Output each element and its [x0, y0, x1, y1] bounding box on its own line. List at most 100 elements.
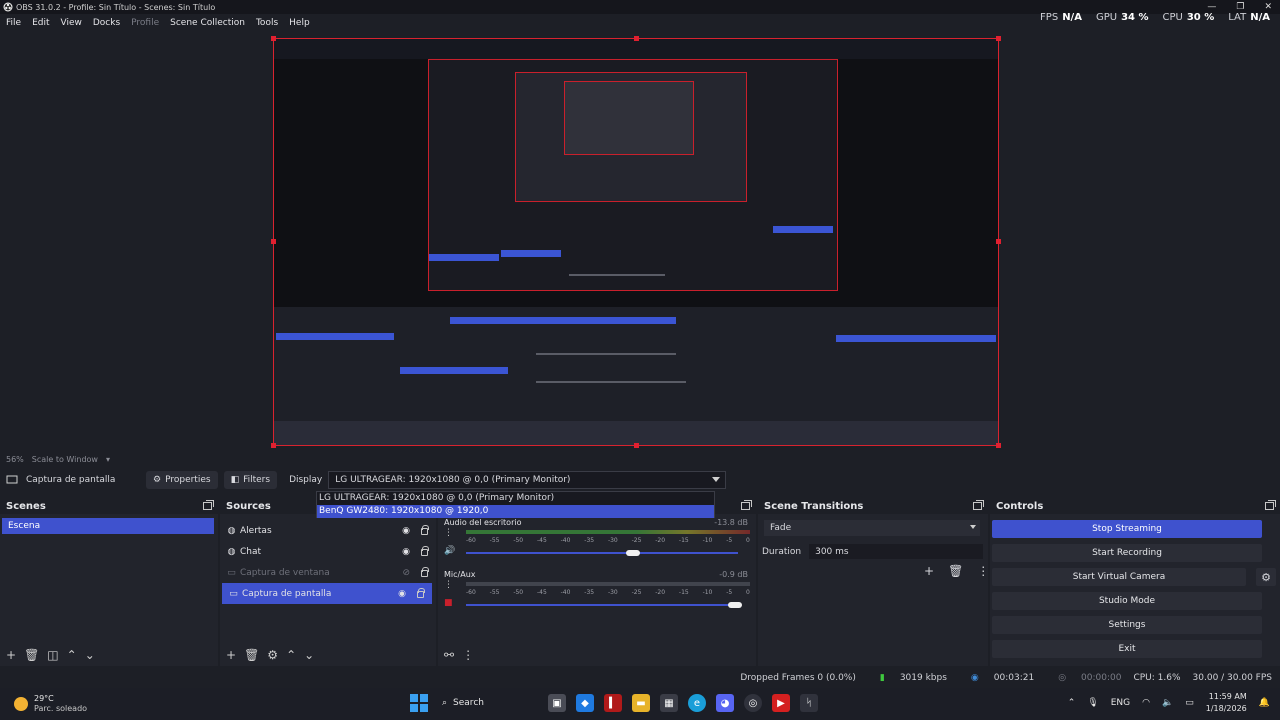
wifi-icon[interactable]: ◠ — [1142, 698, 1150, 708]
eye-hidden-icon[interactable]: ⊘ — [402, 568, 410, 578]
menu-dots-icon[interactable]: ⋮ — [977, 564, 989, 578]
volume-knob[interactable] — [728, 602, 742, 608]
app-record-icon[interactable]: ▶ — [772, 694, 790, 712]
windows-start-icon[interactable] — [410, 694, 428, 712]
taskbar-clock[interactable]: 11:59 AM 1/18/2026 — [1206, 691, 1247, 715]
obs-taskbar-icon[interactable]: ◎ — [744, 694, 762, 712]
filter-icon: ◧ — [230, 475, 240, 485]
file-explorer-icon[interactable]: ▬ — [632, 694, 650, 712]
lock-icon[interactable] — [421, 567, 429, 577]
volume-slider[interactable] — [466, 552, 738, 554]
studio-mode-button[interactable]: Studio Mode — [992, 592, 1262, 610]
language-indicator[interactable]: ENG — [1111, 698, 1130, 708]
discord-icon[interactable]: ◕ — [716, 694, 734, 712]
link-icon[interactable]: ⚯ — [444, 648, 454, 662]
add-icon[interactable]: + — [924, 564, 934, 578]
trash-icon[interactable]: 🗑 — [24, 648, 39, 662]
add-icon[interactable]: + — [6, 648, 16, 662]
menu-dots-icon[interactable]: ⋮ — [462, 648, 474, 662]
source-item[interactable]: ◍ Alertas ◉ — [220, 520, 436, 541]
scene-item[interactable]: Escena — [2, 518, 214, 534]
display-option[interactable]: LG ULTRAGEAR: 1920x1080 @ 0,0 (Primary M… — [317, 492, 714, 505]
source-item[interactable]: ◍ Chat ◉ — [220, 541, 436, 562]
volume-slider[interactable] — [466, 604, 738, 606]
trash-icon[interactable]: 🗑 — [244, 648, 259, 662]
display-option-highlighted[interactable]: BenQ GW2480: 1920x1080 @ 1920,0 — [317, 505, 714, 518]
volume-icon[interactable]: 🔈 — [1162, 698, 1173, 708]
resize-handle[interactable] — [634, 443, 639, 448]
menu-docks[interactable]: Docks — [93, 18, 120, 28]
app-misc-icon[interactable]: ᛋ — [800, 694, 818, 712]
weather-temp: 29°C — [34, 694, 54, 703]
stop-streaming-button[interactable]: Stop Streaming — [992, 520, 1262, 538]
store-icon[interactable]: ▦ — [660, 694, 678, 712]
eye-icon[interactable]: ◉ — [402, 547, 410, 557]
gear-icon[interactable]: ⚙ — [267, 648, 278, 662]
filter-icon[interactable]: ◫ — [47, 648, 58, 662]
float-dock-icon[interactable] — [203, 500, 214, 510]
lock-icon[interactable] — [417, 588, 425, 598]
resize-handle[interactable] — [634, 36, 639, 41]
float-dock-icon[interactable] — [1265, 500, 1276, 510]
copilot-icon[interactable]: ◆ — [576, 694, 594, 712]
filters-button[interactable]: ◧ Filters — [223, 471, 278, 489]
scale-mode-select[interactable]: Scale to Window — [32, 455, 98, 464]
eye-icon[interactable]: ◉ — [398, 589, 406, 599]
properties-button[interactable]: ⚙ Properties — [146, 471, 218, 489]
resize-handle[interactable] — [996, 239, 1001, 244]
move-down-icon[interactable]: ⌄ — [304, 648, 314, 662]
track-menu-icon[interactable]: ⋮ — [444, 528, 453, 538]
maximize-button[interactable]: ❐ — [1236, 2, 1244, 12]
menu-scene-collection[interactable]: Scene Collection — [170, 18, 245, 28]
chevron-up-icon[interactable]: ⌃ — [1068, 698, 1076, 708]
lock-icon[interactable] — [421, 546, 429, 556]
move-up-icon[interactable]: ⌃ — [286, 648, 296, 662]
settings-button[interactable]: Settings — [992, 616, 1262, 634]
close-button[interactable]: ✕ — [1264, 2, 1272, 12]
preview-nested-capture-2 — [515, 72, 747, 202]
task-view-icon[interactable]: ▣ — [548, 694, 566, 712]
speaker-icon[interactable]: 🔊 — [444, 546, 455, 556]
move-down-icon[interactable]: ⌄ — [85, 648, 95, 662]
program-preview[interactable] — [271, 36, 1001, 448]
edge-icon[interactable]: e — [688, 694, 706, 712]
add-icon[interactable]: + — [226, 648, 236, 662]
weather-widget[interactable]: 29°C Parc. soleado — [14, 694, 87, 714]
resize-handle[interactable] — [271, 443, 276, 448]
source-item-selected[interactable]: ▭ Captura de pantalla ◉ — [222, 583, 432, 604]
float-dock-icon[interactable] — [973, 500, 984, 510]
start-recording-button[interactable]: Start Recording — [992, 544, 1262, 562]
display-select[interactable]: LG ULTRAGEAR: 1920x1080 @ 0,0 (Primary M… — [328, 471, 727, 489]
battery-icon[interactable]: ▭ — [1185, 698, 1194, 708]
float-dock-icon[interactable] — [741, 500, 752, 510]
resize-handle[interactable] — [271, 36, 276, 41]
exit-button[interactable]: Exit — [992, 640, 1262, 658]
lock-icon[interactable] — [421, 525, 429, 535]
source-item[interactable]: ▭ Captura de ventana ⊘ — [220, 562, 436, 583]
start-virtual-camera-button[interactable]: Start Virtual Camera — [992, 568, 1246, 586]
track-menu-icon[interactable]: ⋮ — [444, 580, 453, 590]
move-up-icon[interactable]: ⌃ — [67, 648, 77, 662]
minimize-button[interactable]: — — [1207, 2, 1216, 12]
volume-knob[interactable] — [626, 550, 640, 556]
resize-handle[interactable] — [996, 36, 1001, 41]
app-red-icon[interactable]: ▍ — [604, 694, 622, 712]
muted-speaker-icon[interactable]: ■ — [444, 598, 453, 608]
menu-view[interactable]: View — [61, 18, 82, 28]
microphone-icon[interactable]: 🎙 — [1087, 698, 1098, 708]
taskbar-search[interactable]: ⌕ Search — [438, 693, 538, 713]
resize-handle[interactable] — [271, 239, 276, 244]
menu-profile[interactable]: Profile — [131, 18, 159, 28]
menu-help[interactable]: Help — [289, 18, 310, 28]
menu-file[interactable]: File — [6, 18, 21, 28]
menu-tools[interactable]: Tools — [256, 18, 278, 28]
virtual-camera-settings-button[interactable]: ⚙ — [1256, 568, 1276, 586]
eye-icon[interactable]: ◉ — [402, 526, 410, 536]
notification-bell-icon[interactable]: 🔔 — [1259, 698, 1270, 708]
resize-handle[interactable] — [996, 443, 1001, 448]
duration-spinbox[interactable]: 300 ms — [809, 544, 984, 559]
menu-edit[interactable]: Edit — [32, 18, 49, 28]
chevron-down-icon[interactable]: ▾ — [106, 455, 110, 464]
trash-icon[interactable]: 🗑 — [948, 564, 963, 578]
transition-select[interactable]: Fade — [764, 520, 980, 536]
